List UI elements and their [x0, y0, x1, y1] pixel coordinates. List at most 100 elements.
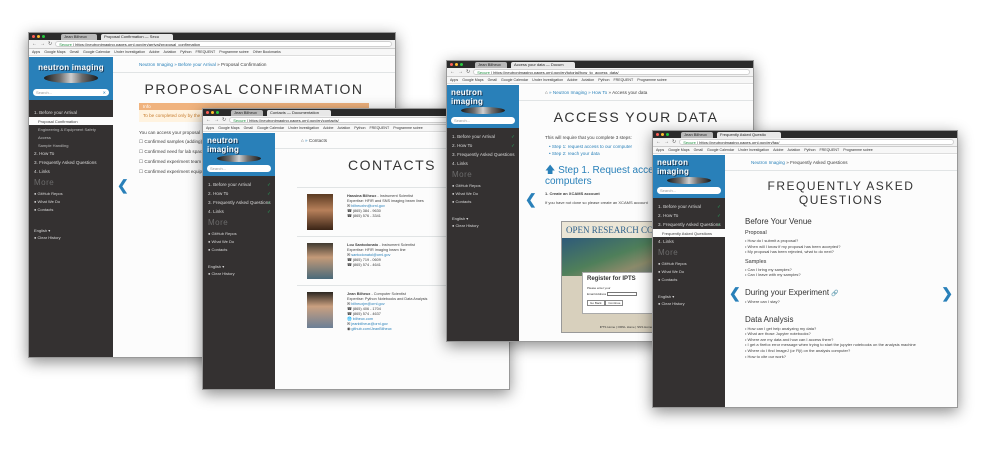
- sidebar-item-links[interactable]: 4. Links: [447, 159, 519, 168]
- reload-icon[interactable]: ↻: [466, 69, 470, 75]
- bookmark[interactable]: Google Maps: [218, 125, 239, 131]
- bookmark[interactable]: Aviation: [788, 147, 801, 153]
- contacts-link[interactable]: ● Contacts: [653, 275, 725, 283]
- link-icon[interactable]: 🔗: [831, 291, 838, 297]
- bookmark[interactable]: Under Investigation: [288, 125, 319, 131]
- bookmark[interactable]: FREQUENT: [819, 147, 839, 153]
- sidebar-item-links[interactable]: 4. Links: [29, 167, 113, 176]
- sidebar-item-faq[interactable]: 3. Frequently Asked Questions ✓: [203, 198, 275, 207]
- question-link[interactable]: • Where can I stay?: [745, 299, 957, 305]
- forward-icon[interactable]: →: [214, 117, 219, 123]
- tab-user[interactable]: Jean Bilheux: [681, 132, 713, 138]
- bookmark[interactable]: Adobe: [567, 77, 577, 83]
- bookmark[interactable]: Programme soiree: [843, 147, 873, 153]
- back-icon[interactable]: ←: [656, 139, 661, 145]
- bookmark[interactable]: FREQUENT: [195, 49, 215, 55]
- sidebar-item-before[interactable]: 1. Before your Arrival ✓: [203, 180, 275, 189]
- bookmark[interactable]: Apps: [656, 147, 664, 153]
- sidebar-sub-sample[interactable]: Sample Handling: [29, 141, 113, 149]
- contacts-link[interactable]: ● Contacts: [447, 197, 519, 205]
- email-field[interactable]: [607, 292, 638, 297]
- language-select[interactable]: English ▾: [447, 215, 519, 222]
- contact-alt-email[interactable]: jeanbilheux@ornl.gov: [351, 322, 388, 326]
- bookmark[interactable]: Gmail: [244, 125, 253, 131]
- reload-icon[interactable]: ↻: [672, 139, 676, 145]
- bookmark[interactable]: Gmail: [694, 147, 703, 153]
- search-input[interactable]: Search... ✕: [33, 89, 109, 96]
- url-field[interactable]: Secure | https://neutronimaging.pages.or…: [473, 69, 750, 75]
- bookmark[interactable]: Under Investigation: [738, 147, 769, 153]
- question-link[interactable]: • How to cite our work?: [745, 354, 957, 360]
- tab-access-data[interactable]: Access your data — Docum: [511, 62, 575, 68]
- crumb-home[interactable]: Neutron Imaging: [139, 62, 173, 67]
- go-back-button[interactable]: Go Back: [587, 300, 605, 307]
- crumb-mid[interactable]: Before your Arrival: [178, 62, 216, 67]
- github-repos-link[interactable]: ● GitHub Repos: [203, 229, 275, 237]
- language-select[interactable]: English ▾: [203, 263, 275, 270]
- clear-history-button[interactable]: ● Clear History: [29, 234, 113, 241]
- question-link[interactable]: • Can I leave with my samples?: [745, 272, 957, 278]
- sidebar-sub-safety[interactable]: Engineering & Equipment Safety: [29, 125, 113, 133]
- clear-history-button[interactable]: ● Clear History: [203, 270, 275, 277]
- github-repos-link[interactable]: ● GitHub Repos: [447, 181, 519, 189]
- bookmark[interactable]: Under Investigation: [114, 49, 145, 55]
- sidebar-item-faq[interactable]: 3. Frequently Asked Questions: [447, 150, 519, 159]
- sidebar-item-links[interactable]: 4. Links ✓: [203, 207, 275, 216]
- bookmark[interactable]: Google Calendar: [257, 125, 284, 131]
- tab-faq[interactable]: Frequently Asked Questio: [717, 132, 781, 138]
- crumb-home[interactable]: Neutron Imaging: [553, 90, 587, 95]
- bookmark[interactable]: Google Maps: [462, 77, 483, 83]
- clear-history-button[interactable]: ● Clear History: [447, 222, 519, 229]
- crumb-home[interactable]: Neutron Imaging: [751, 160, 785, 165]
- logo[interactable]: neutron imaging: [207, 136, 271, 162]
- clear-history-button[interactable]: ● Clear History: [653, 300, 725, 307]
- bookmark[interactable]: Python: [804, 147, 815, 153]
- sidebar-item-howto[interactable]: 2. How To ✓: [203, 189, 275, 198]
- bookmark[interactable]: FREQUENT: [369, 125, 389, 131]
- sidebar-item-howto[interactable]: 2. How To: [29, 149, 113, 158]
- logo[interactable]: neutron imaging: [657, 158, 721, 184]
- language-select[interactable]: English ▾: [29, 227, 113, 234]
- sidebar-item-howto[interactable]: 2. How To ✓: [447, 141, 519, 150]
- github-repos-link[interactable]: ● GitHub Repos: [653, 259, 725, 267]
- tab-user[interactable]: Jean Bilheux: [231, 110, 263, 116]
- back-icon[interactable]: ←: [450, 69, 455, 75]
- sidebar-sub-proposal[interactable]: Proposal Confirmation: [29, 117, 113, 125]
- reload-icon[interactable]: ↻: [222, 117, 226, 123]
- url-field[interactable]: Secure | https://neutronimaging.pages.or…: [55, 41, 392, 47]
- search-input[interactable]: Search...: [451, 117, 515, 124]
- github-repos-link[interactable]: ● GitHub Repos: [29, 189, 113, 197]
- search-input[interactable]: Search...: [207, 165, 271, 172]
- tab-user[interactable]: Jean Bilheux: [475, 62, 507, 68]
- bookmark[interactable]: Google Maps: [668, 147, 689, 153]
- logo[interactable]: neutron imaging: [451, 88, 515, 114]
- bookmark[interactable]: Apps: [450, 77, 458, 83]
- sidebar-sub-faq[interactable]: Frequently Asked Questions: [653, 229, 725, 237]
- language-select[interactable]: English ▾: [653, 293, 725, 300]
- contact-email[interactable]: santodonatol@ornl.gov: [351, 253, 390, 257]
- sidebar-item-before[interactable]: 1. Before your Arrival ✓: [447, 132, 519, 141]
- close-icon[interactable]: ✕: [103, 89, 106, 96]
- url-field[interactable]: Secure | https://neutronimaging.pages.or…: [679, 139, 954, 145]
- sidebar-item-faq[interactable]: 3. Frequently Asked Questions ✓: [653, 220, 725, 229]
- sidebar-item-before[interactable]: 1. Before your Arrival: [29, 108, 113, 117]
- chevron-left-icon[interactable]: ❮: [729, 285, 741, 302]
- bookmark[interactable]: Under Investigation: [532, 77, 563, 83]
- bookmark[interactable]: Google Calendar: [83, 49, 110, 55]
- what-we-do-link[interactable]: ● What We Do: [653, 267, 725, 275]
- home-icon[interactable]: ⌂: [545, 90, 548, 95]
- sidebar-item-before[interactable]: 1. Before your Arrival ✓: [653, 202, 725, 211]
- bookmark[interactable]: Python: [598, 77, 609, 83]
- sidebar-item-faq[interactable]: 3. Frequently Asked Questions: [29, 158, 113, 167]
- bookmark[interactable]: Adobe: [323, 125, 333, 131]
- contact-email[interactable]: bilheuxhn@ornl.gov: [351, 204, 385, 208]
- bookmark[interactable]: Aviation: [164, 49, 177, 55]
- forward-icon[interactable]: →: [458, 69, 463, 75]
- contacts-link[interactable]: ● Contacts: [203, 245, 275, 253]
- sidebar-sub-access[interactable]: Access: [29, 133, 113, 141]
- bookmark[interactable]: Adobe: [149, 49, 159, 55]
- forward-icon[interactable]: →: [40, 41, 45, 47]
- bookmark[interactable]: Gmail: [488, 77, 497, 83]
- contact-website[interactable]: bilheux.com: [353, 317, 373, 321]
- bookmark[interactable]: Python: [180, 49, 191, 55]
